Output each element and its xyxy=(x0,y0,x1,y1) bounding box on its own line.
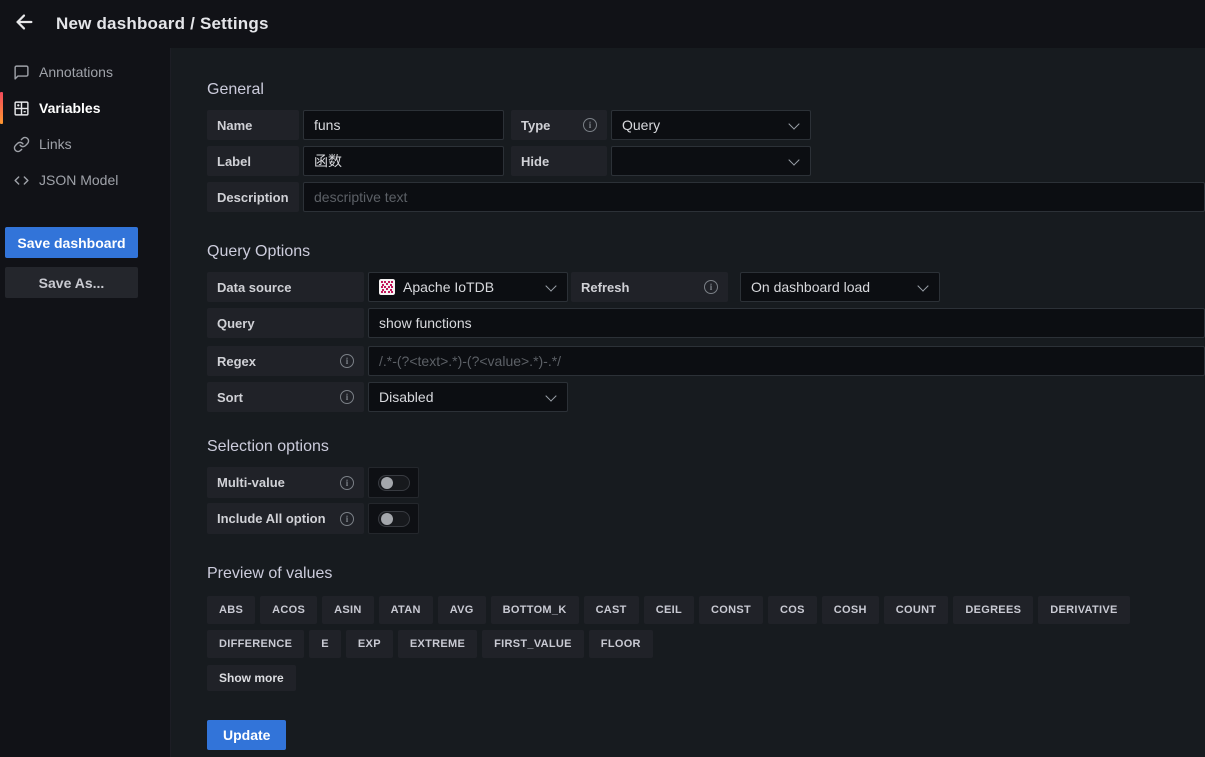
label-hide-row: Label Hide xyxy=(207,146,1205,176)
multi-value-toggle[interactable] xyxy=(368,467,419,498)
description-field-label: Description xyxy=(207,182,299,212)
back-button[interactable] xyxy=(8,8,40,40)
preview-values-list: ABSACOSASINATANAVGBOTTOM_KCASTCEILCONSTC… xyxy=(207,596,1192,658)
include-all-field-label: Include All option xyxy=(207,503,364,534)
preview-value-chip: COSH xyxy=(822,596,879,624)
datasource-refresh-row: Data source Apache IoTDB Refresh xyxy=(207,272,1205,302)
multi-value-info-icon[interactable] xyxy=(340,476,354,490)
query-options-heading: Query Options xyxy=(207,243,1205,261)
sidebar-item-annotations[interactable]: Annotations xyxy=(0,54,170,90)
name-input[interactable] xyxy=(303,110,504,140)
general-section-heading: General xyxy=(207,81,1205,99)
show-more-button[interactable]: Show more xyxy=(207,665,296,691)
page-title: New dashboard / Settings xyxy=(56,14,269,34)
preview-value-chip: E xyxy=(309,630,341,658)
chevron-down-icon xyxy=(788,155,800,167)
preview-value-chip: COUNT xyxy=(884,596,949,624)
sidebar-item-label: JSON Model xyxy=(39,172,118,188)
data-source-select[interactable]: Apache IoTDB xyxy=(368,272,568,302)
save-dashboard-button[interactable]: Save dashboard xyxy=(5,227,138,258)
include-all-info-icon[interactable] xyxy=(340,512,354,526)
toggle-knob xyxy=(381,513,393,525)
type-select[interactable]: Query xyxy=(611,110,811,140)
preview-value-chip: ATAN xyxy=(379,596,433,624)
label-input[interactable] xyxy=(303,146,504,176)
preview-value-chip: ABS xyxy=(207,596,255,624)
multi-value-field-label: Multi-value xyxy=(207,467,364,498)
preview-value-chip: DEGREES xyxy=(953,596,1033,624)
preview-value-chip: AVG xyxy=(438,596,486,624)
chevron-down-icon xyxy=(917,281,929,293)
hide-select[interactable] xyxy=(611,146,811,176)
update-button[interactable]: Update xyxy=(207,720,286,750)
query-row: Query xyxy=(207,308,1205,338)
code-icon xyxy=(13,172,30,189)
type-field-label: Type xyxy=(511,110,607,140)
sidebar-item-label: Links xyxy=(39,136,72,152)
sort-info-icon[interactable] xyxy=(340,390,354,404)
preview-value-chip: FLOOR xyxy=(589,630,653,658)
arrow-left-icon xyxy=(13,11,35,38)
refresh-select[interactable]: On dashboard load xyxy=(740,272,940,302)
sidebar-item-label: Annotations xyxy=(39,64,113,80)
chevron-down-icon xyxy=(545,281,557,293)
query-field-label: Query xyxy=(207,308,364,338)
label-field-label: Label xyxy=(207,146,299,176)
data-source-field-label: Data source xyxy=(207,272,364,302)
regex-input[interactable] xyxy=(368,346,1205,376)
query-input[interactable] xyxy=(368,308,1205,338)
type-info-icon[interactable] xyxy=(583,118,597,132)
preview-value-chip: ACOS xyxy=(260,596,317,624)
settings-nav: Annotations Variables Links JSON Model xyxy=(0,48,170,198)
name-field-label: Name xyxy=(207,110,299,140)
sort-select[interactable]: Disabled xyxy=(368,382,568,412)
preview-value-chip: FIRST_VALUE xyxy=(482,630,584,658)
settings-sidebar: Annotations Variables Links JSON Model Save… xyxy=(0,48,171,757)
sidebar-item-links[interactable]: Links xyxy=(0,126,170,162)
description-input[interactable] xyxy=(303,182,1205,212)
description-row: Description xyxy=(207,182,1205,212)
chevron-down-icon xyxy=(788,119,800,131)
include-all-toggle[interactable] xyxy=(368,503,419,534)
preview-value-chip: EXP xyxy=(346,630,393,658)
preview-value-chip: ASIN xyxy=(322,596,373,624)
preview-value-chip: COS xyxy=(768,596,817,624)
preview-value-chip: CEIL xyxy=(644,596,694,624)
toggle-knob xyxy=(381,477,393,489)
refresh-field-label: Refresh xyxy=(571,272,728,302)
comment-icon xyxy=(13,64,30,81)
variables-grid-icon xyxy=(13,100,30,117)
link-icon xyxy=(13,136,30,153)
sidebar-item-variables[interactable]: Variables xyxy=(0,90,170,126)
refresh-info-icon[interactable] xyxy=(704,280,718,294)
apache-iotdb-logo-icon xyxy=(379,279,395,295)
hide-field-label: Hide xyxy=(511,146,607,176)
chevron-down-icon xyxy=(545,391,557,403)
preview-value-chip: DIFFERENCE xyxy=(207,630,304,658)
sort-field-label: Sort xyxy=(207,382,364,412)
preview-value-chip: CONST xyxy=(699,596,763,624)
regex-field-label: Regex xyxy=(207,346,364,376)
preview-value-chip: EXTREME xyxy=(398,630,477,658)
preview-value-chip: BOTTOM_K xyxy=(491,596,579,624)
variable-editor-pane: General Name Type Query Label Hide Descr… xyxy=(171,48,1205,757)
preview-heading: Preview of values xyxy=(207,565,1205,583)
regex-row: Regex xyxy=(207,346,1205,376)
sort-row: Sort Disabled xyxy=(207,382,1205,412)
save-as-button[interactable]: Save As... xyxy=(5,267,138,298)
include-all-row: Include All option xyxy=(207,503,1205,534)
page-header: New dashboard / Settings xyxy=(0,0,1205,48)
selection-options-heading: Selection options xyxy=(207,438,1205,456)
sidebar-item-json-model[interactable]: JSON Model xyxy=(0,162,170,198)
preview-value-chip: DERIVATIVE xyxy=(1038,596,1129,624)
sidebar-item-label: Variables xyxy=(39,100,101,116)
name-type-row: Name Type Query xyxy=(207,110,1205,140)
multi-value-row: Multi-value xyxy=(207,467,1205,498)
regex-info-icon[interactable] xyxy=(340,354,354,368)
preview-value-chip: CAST xyxy=(584,596,639,624)
